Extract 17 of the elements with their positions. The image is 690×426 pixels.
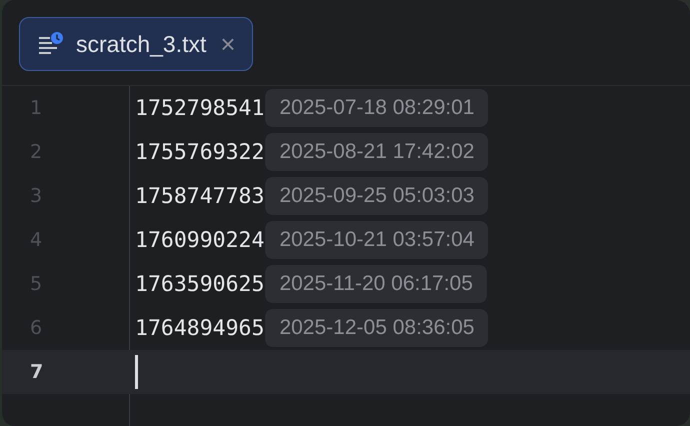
date-hint: 2025-07-18 08:29:01 [265,89,488,127]
code-text: 1764894965 [135,316,264,340]
date-hint: 2025-10-21 03:57:04 [265,221,488,259]
code-text: 1752798541 [135,96,264,120]
code-text: 1755769322 [135,140,264,164]
text-file-clock-icon [38,32,64,56]
code-text: 1760990224 [135,228,264,252]
date-hint: 2025-08-21 17:42:02 [265,133,488,171]
text-caret [135,355,138,389]
date-hint: 2025-12-05 08:36:05 [265,309,488,347]
date-hint: 2025-11-20 06:17:05 [265,265,487,303]
line-number: 7 [29,361,44,383]
close-icon[interactable]: × [220,28,236,60]
file-tab[interactable]: scratch_3.txt × [19,17,253,71]
code-text: 1758747783 [135,184,264,208]
code-text: 1763590625 [135,272,264,296]
date-hint: 2025-09-25 05:03:03 [265,177,488,215]
